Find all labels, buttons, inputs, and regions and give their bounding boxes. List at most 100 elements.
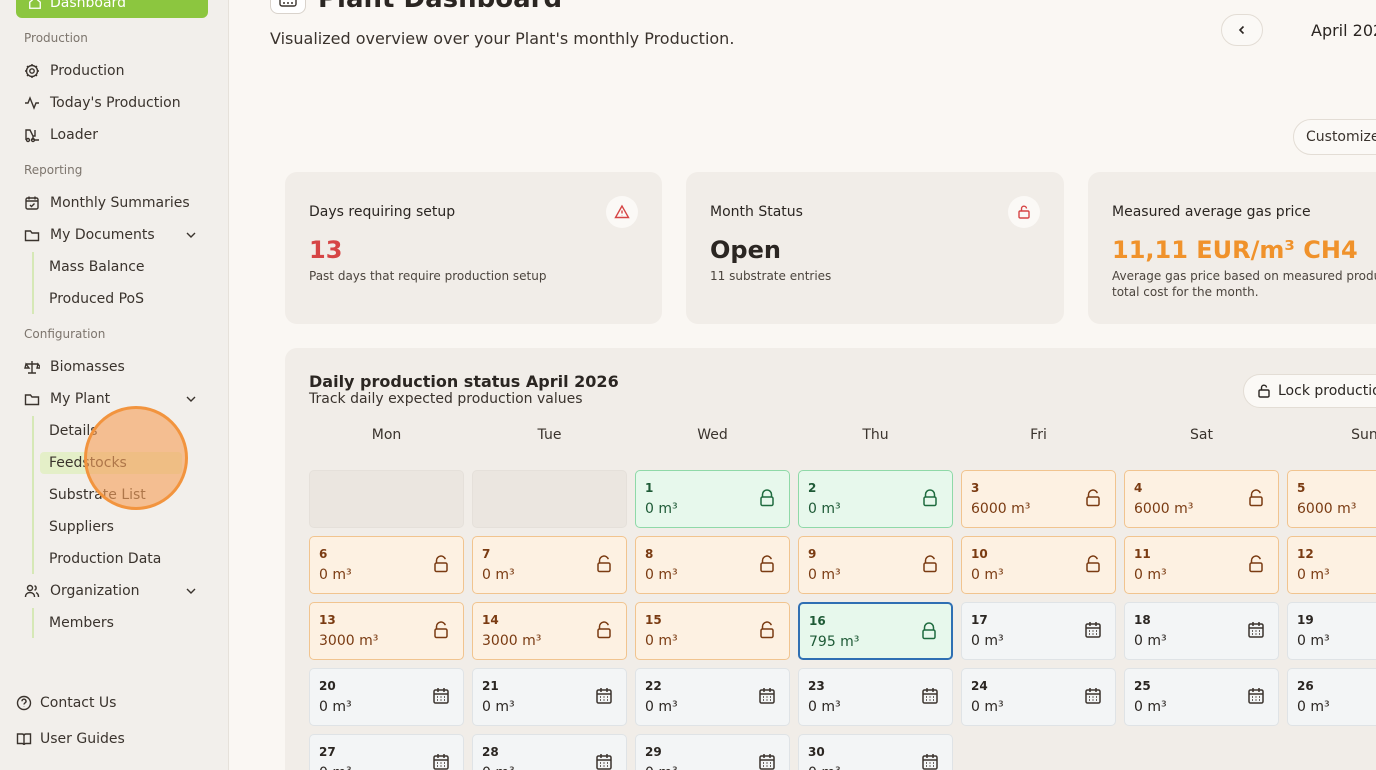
card-status-title: Month Status (710, 204, 803, 220)
weekday-label: Sat (1190, 427, 1213, 443)
nav-todays-production[interactable]: Today's Production (24, 90, 208, 116)
folder-icon (24, 394, 40, 406)
nav-dashboard[interactable]: Dashboard (16, 0, 208, 18)
day-number: 25 (1134, 679, 1151, 693)
day-number: 10 (971, 547, 988, 561)
nav-feedstocks[interactable]: Feedstocks (49, 452, 127, 474)
weekday-label: Tue (537, 427, 562, 443)
day-number: 7 (482, 547, 491, 561)
nav-substrate-list[interactable]: Substrate List (49, 484, 146, 506)
calendar-day-cell[interactable]: 21 0 m³ (472, 668, 627, 726)
calendar-day-cell[interactable]: 9 0 m³ (798, 536, 953, 594)
day-value: 0 m³ (645, 765, 678, 770)
book-icon (16, 733, 32, 746)
nav-monthly-summaries[interactable]: Monthly Summaries (24, 190, 208, 216)
day-value: 0 m³ (319, 699, 352, 715)
nav-suppliers[interactable]: Suppliers (49, 516, 114, 538)
calendar-empty-cell (472, 470, 627, 528)
card-month-status: Month Status Open 11 substrate entries (686, 172, 1064, 324)
unlock-icon (1249, 555, 1263, 573)
nav-dashboard-label: Dashboard (50, 0, 126, 11)
calendar-day-cell[interactable]: 28 0 m³ (472, 734, 627, 770)
card-status-value: Open (710, 236, 781, 264)
nav-contact-us-label: Contact Us (40, 695, 117, 711)
nav-organization[interactable]: Organization (24, 578, 208, 604)
day-value: 0 m³ (645, 633, 678, 649)
nav-production[interactable]: Production (24, 58, 208, 84)
calendar-icon (433, 688, 449, 704)
day-value: 0 m³ (1134, 699, 1167, 715)
calendar-day-cell[interactable]: 14 3000 m³ (472, 602, 627, 660)
day-value: 0 m³ (971, 633, 1004, 649)
nav-my-plant[interactable]: My Plant (24, 386, 208, 412)
day-number: 3 (971, 481, 980, 495)
calendar-day-cell[interactable]: 10 0 m³ (961, 536, 1116, 594)
day-number: 17 (971, 613, 988, 627)
day-value: 6000 m³ (1297, 501, 1357, 517)
calendar-icon (1085, 688, 1101, 704)
day-value: 0 m³ (808, 567, 841, 583)
day-value: 0 m³ (1134, 633, 1167, 649)
calendar-day-cell[interactable]: 26 0 m³ (1287, 668, 1376, 726)
calendar-day-cell[interactable]: 3 6000 m³ (961, 470, 1116, 528)
nav-production-data[interactable]: Production Data (49, 548, 161, 570)
chevron-down-icon[interactable] (184, 392, 198, 406)
calendar-day-cell[interactable]: 27 0 m³ (309, 734, 464, 770)
nav-mass-balance[interactable]: Mass Balance (49, 256, 145, 278)
calendar-day-cell[interactable]: 22 0 m³ (635, 668, 790, 726)
calendar-day-cell[interactable]: 30 0 m³ (798, 734, 953, 770)
day-value: 0 m³ (645, 501, 678, 517)
day-number: 8 (645, 547, 654, 561)
calendar-icon (759, 754, 775, 770)
nav-contact-us[interactable]: Contact Us (16, 695, 116, 711)
calendar-day-cell[interactable]: 17 0 m³ (961, 602, 1116, 660)
day-value: 0 m³ (971, 699, 1004, 715)
calendar-day-cell[interactable]: 19 0 m³ (1287, 602, 1376, 660)
chevron-down-icon[interactable] (184, 228, 198, 242)
nav-biomasses[interactable]: Biomasses (24, 354, 208, 380)
chevron-down-icon[interactable] (184, 584, 198, 598)
gear-icon (25, 64, 39, 78)
calendar-day-cell[interactable]: 12 0 m³ (1287, 536, 1376, 594)
lock-production-button[interactable]: Lock production (1243, 374, 1376, 408)
calendar-day-cell[interactable]: 5 6000 m³ (1287, 470, 1376, 528)
calendar-check-icon (25, 196, 39, 210)
day-number: 18 (1134, 613, 1151, 627)
day-number: 23 (808, 679, 825, 693)
calendar-day-cell[interactable]: 2 0 m³ (798, 470, 953, 528)
section-production: Production (24, 31, 88, 45)
calendar-day-cell[interactable]: 18 0 m³ (1124, 602, 1279, 660)
calendar-icon (596, 754, 612, 770)
calendar-day-cell[interactable]: 13 3000 m³ (309, 602, 464, 660)
calendar-day-cell[interactable]: 24 0 m³ (961, 668, 1116, 726)
calendar-day-cell[interactable]: 16 795 m³ (798, 602, 953, 660)
day-number: 29 (645, 745, 662, 759)
day-value: 0 m³ (1297, 567, 1330, 583)
calendar-day-cell[interactable]: 20 0 m³ (309, 668, 464, 726)
calendar-day-cell[interactable]: 15 0 m³ (635, 602, 790, 660)
calendar-day-cell[interactable]: 4 6000 m³ (1124, 470, 1279, 528)
card-setup-value: 13 (309, 236, 343, 264)
card-days-requiring-setup: Days requiring setup 13 Past days that r… (285, 172, 662, 324)
calendar-day-cell[interactable]: 8 0 m³ (635, 536, 790, 594)
day-value: 0 m³ (482, 765, 515, 770)
calendar-day-cell[interactable]: 25 0 m³ (1124, 668, 1279, 726)
nav-user-guides[interactable]: User Guides (16, 731, 125, 747)
calendar-day-cell[interactable]: 29 0 m³ (635, 734, 790, 770)
previous-month-button[interactable] (1221, 14, 1263, 46)
customize-button[interactable]: Customize (1293, 119, 1376, 155)
nav-loader[interactable]: Loader (24, 122, 208, 148)
day-number: 27 (319, 745, 336, 759)
calendar-day-cell[interactable]: 11 0 m³ (1124, 536, 1279, 594)
nav-my-documents[interactable]: My Documents (24, 222, 208, 248)
calendar-day-cell[interactable]: 7 0 m³ (472, 536, 627, 594)
day-value: 0 m³ (645, 699, 678, 715)
calendar-day-cell[interactable]: 6 0 m³ (309, 536, 464, 594)
day-value: 6000 m³ (1134, 501, 1194, 517)
nav-produced-pos[interactable]: Produced PoS (49, 288, 144, 310)
nav-members[interactable]: Members (49, 612, 114, 634)
unlock-icon (760, 621, 774, 639)
calendar-day-cell[interactable]: 1 0 m³ (635, 470, 790, 528)
nav-details[interactable]: Details (49, 420, 98, 442)
calendar-day-cell[interactable]: 23 0 m³ (798, 668, 953, 726)
